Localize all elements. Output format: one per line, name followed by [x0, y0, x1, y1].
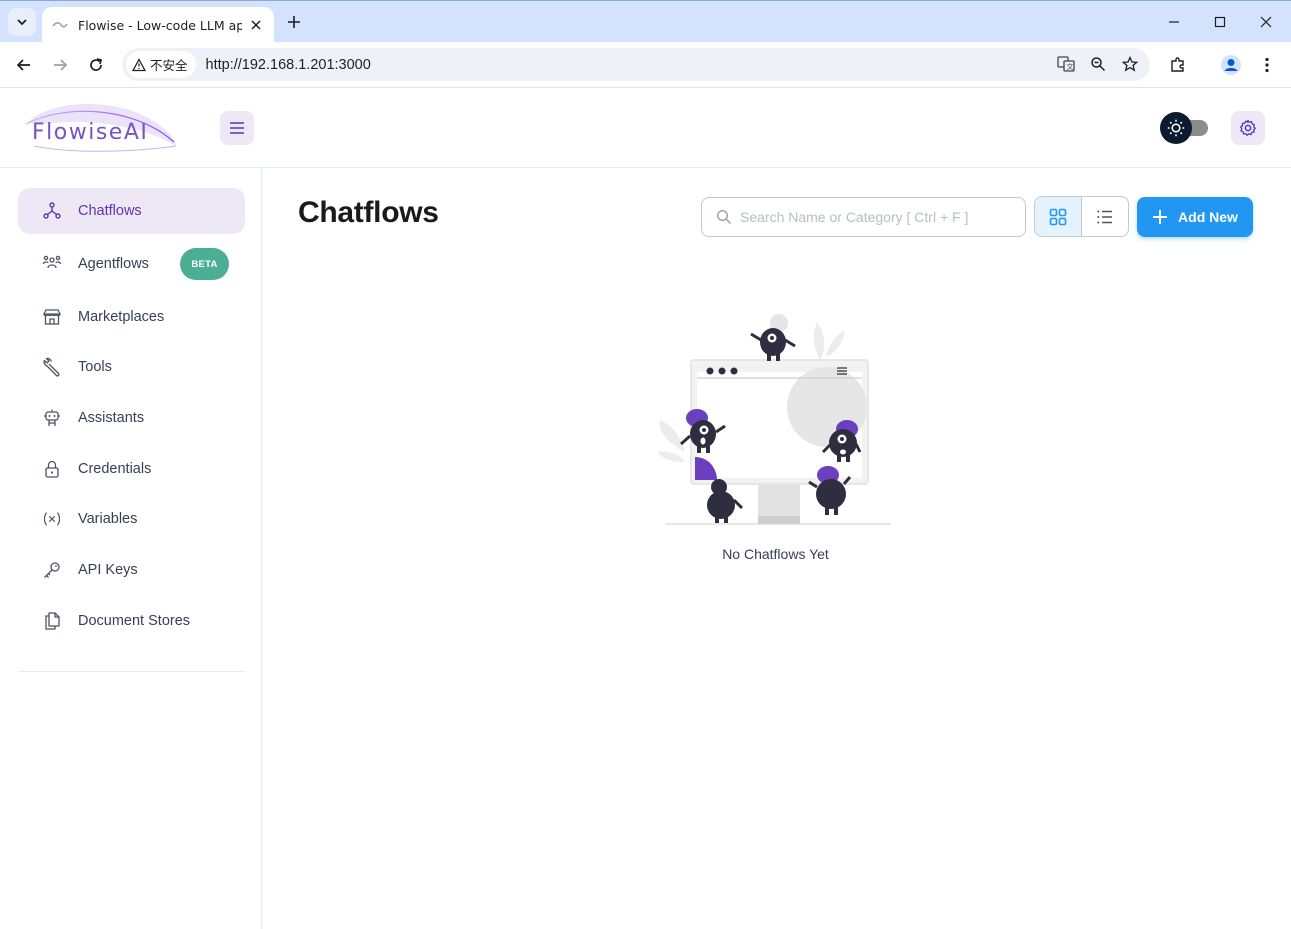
reload-icon — [90, 58, 103, 71]
add-new-label: Add New — [1178, 209, 1238, 225]
search-icon — [716, 209, 732, 225]
security-label: 不安全 — [150, 58, 188, 73]
browser-toolbar: 不安全 http://192.168.1.201:3000 文 — [0, 42, 1291, 88]
sidebar-item-credentials[interactable]: Credentials — [18, 446, 245, 492]
new-tab-button[interactable] — [282, 10, 306, 34]
settings-button[interactable] — [1231, 111, 1265, 145]
sun-icon — [1160, 112, 1192, 144]
page-title: Chatflows — [298, 196, 439, 229]
variable-icon — [42, 509, 62, 529]
add-new-button[interactable]: Add New — [1137, 197, 1253, 237]
empty-state-message: No Chatflows Yet — [722, 546, 829, 562]
arrow-right-icon — [54, 59, 68, 71]
sidebar-item-chatflows[interactable]: Chatflows — [18, 188, 245, 234]
minimize-button[interactable] — [1151, 7, 1197, 37]
menu-toggle-button[interactable] — [220, 111, 254, 145]
lock-icon — [42, 459, 62, 479]
hamburger-icon — [230, 122, 244, 134]
browser-tabbar: Flowise - Low-code LLM apps — [0, 0, 1291, 43]
empty-state-illustration — [655, 312, 895, 527]
tab-search-button[interactable] — [8, 8, 36, 36]
wrench-icon — [42, 357, 62, 377]
sidebar-item-label: Document Stores — [78, 613, 191, 629]
logo-text: FlowiseAI — [32, 120, 148, 145]
translate-icon[interactable]: 文 — [1054, 52, 1078, 76]
address-bar[interactable]: 不安全 http://192.168.1.201:3000 文 — [122, 48, 1150, 81]
sidebar-item-marketplaces[interactable]: Marketplaces — [18, 294, 245, 340]
arrow-left-icon — [16, 59, 30, 71]
list-icon — [1097, 210, 1112, 223]
view-toggle — [1034, 196, 1129, 237]
sidebar-item-label: Marketplaces — [78, 309, 165, 325]
robot-icon — [42, 408, 62, 428]
sidebar-item-document-stores[interactable]: Document Stores — [18, 598, 245, 644]
plus-icon — [288, 16, 300, 28]
browser-menu-button[interactable] — [1252, 50, 1282, 80]
zoom-icon[interactable] — [1086, 52, 1110, 76]
beta-badge: BETA — [180, 248, 229, 280]
agentflows-icon — [42, 254, 62, 274]
sidebar-item-variables[interactable]: Variables — [18, 496, 245, 542]
close-window-button[interactable] — [1243, 7, 1289, 37]
sidebar-item-label: API Keys — [78, 562, 138, 578]
store-icon — [42, 307, 62, 327]
sidebar-item-api-keys[interactable]: API Keys — [18, 547, 245, 593]
close-tab-icon[interactable] — [248, 17, 264, 33]
more-vert-icon — [1265, 57, 1269, 73]
extensions-button[interactable] — [1163, 50, 1193, 80]
svg-text:文: 文 — [1067, 62, 1074, 71]
maximize-button[interactable] — [1197, 7, 1243, 37]
profile-button[interactable] — [1216, 50, 1246, 80]
flowise-logo[interactable]: FlowiseAI — [24, 102, 179, 154]
plus-icon — [1152, 209, 1168, 225]
sidebar-item-agentflows[interactable]: Agentflows BETA — [18, 241, 245, 287]
dark-mode-toggle[interactable] — [1160, 112, 1210, 144]
sidebar-item-label: Chatflows — [78, 203, 142, 219]
forward-button[interactable] — [45, 50, 75, 80]
gear-icon — [1240, 119, 1256, 136]
grid-icon — [1049, 208, 1067, 225]
security-chip[interactable]: 不安全 — [126, 51, 196, 78]
sidebar-item-label: Agentflows — [78, 256, 149, 272]
sidebar-divider — [18, 671, 245, 672]
sidebar: Chatflows Agentflows BETA Marketplaces T… — [0, 168, 262, 929]
key-icon — [42, 560, 62, 580]
sidebar-item-label: Variables — [78, 511, 138, 527]
files-icon — [42, 611, 62, 631]
list-view-button[interactable] — [1082, 197, 1129, 236]
reload-button[interactable] — [81, 50, 111, 80]
grid-view-button[interactable] — [1035, 197, 1082, 236]
chatflows-icon — [42, 201, 62, 221]
bookmark-star-icon[interactable] — [1118, 52, 1142, 76]
back-button[interactable] — [9, 50, 39, 80]
search-input[interactable] — [740, 209, 1010, 225]
warning-icon — [132, 57, 146, 71]
sidebar-item-label: Assistants — [78, 410, 145, 426]
app-header: FlowiseAI — [0, 88, 1291, 168]
sidebar-item-label: Credentials — [78, 461, 152, 477]
chevron-down-icon — [17, 19, 27, 26]
url-text[interactable]: http://192.168.1.201:3000 — [206, 57, 371, 73]
puzzle-icon — [1171, 57, 1184, 72]
flowise-favicon-icon — [52, 17, 68, 33]
search-box[interactable] — [701, 197, 1026, 237]
browser-tab[interactable]: Flowise - Low-code LLM apps — [42, 7, 274, 43]
avatar-icon — [1221, 55, 1241, 75]
tab-title: Flowise - Low-code LLM apps — [78, 17, 242, 33]
sidebar-item-assistants[interactable]: Assistants — [18, 395, 245, 441]
sidebar-item-tools[interactable]: Tools — [18, 344, 245, 390]
sidebar-item-label: Tools — [78, 359, 112, 375]
